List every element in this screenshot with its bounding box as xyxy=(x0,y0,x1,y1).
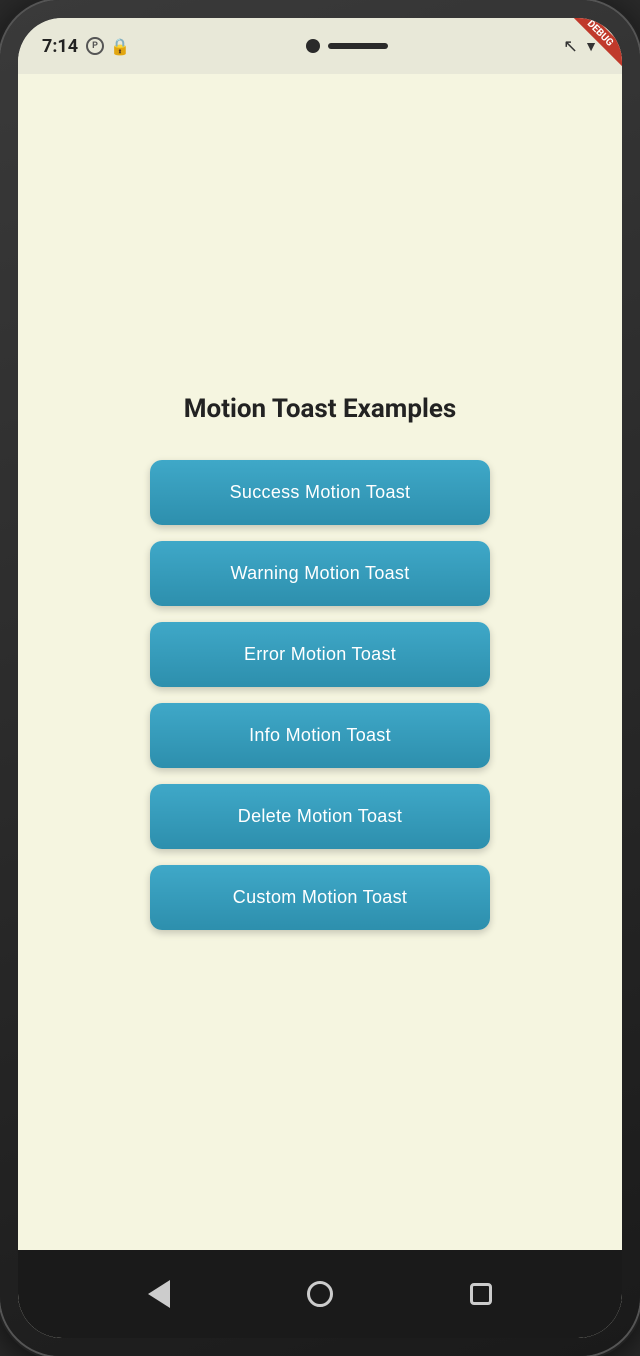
camera-dot xyxy=(306,39,320,53)
home-icon xyxy=(307,1281,333,1307)
phone-screen: 7:14 P 🔒 ↖ ▼ DEBUG xyxy=(18,18,622,1338)
error-motion-toast-button[interactable]: Error Motion Toast xyxy=(150,622,490,687)
home-button[interactable] xyxy=(302,1276,338,1312)
camera-notch xyxy=(306,39,388,53)
success-motion-toast-button[interactable]: Success Motion Toast xyxy=(150,460,490,525)
debug-label: DEBUG xyxy=(570,18,622,67)
delete-motion-toast-button[interactable]: Delete Motion Toast xyxy=(150,784,490,849)
info-motion-toast-button[interactable]: Info Motion Toast xyxy=(150,703,490,768)
back-button[interactable] xyxy=(141,1276,177,1312)
status-icons-left: P 🔒 xyxy=(86,37,130,56)
notification-icon: P xyxy=(86,37,104,55)
page-title: Motion Toast Examples xyxy=(184,394,456,424)
warning-motion-toast-button[interactable]: Warning Motion Toast xyxy=(150,541,490,606)
status-bar: 7:14 P 🔒 ↖ ▼ DEBUG xyxy=(18,18,622,74)
status-time: 7:14 xyxy=(42,36,78,57)
debug-badge: DEBUG xyxy=(570,18,622,70)
bottom-nav xyxy=(18,1250,622,1338)
back-icon xyxy=(148,1280,170,1308)
main-content: Motion Toast Examples Success Motion Toa… xyxy=(18,74,622,1250)
recents-icon xyxy=(470,1283,492,1305)
recents-button[interactable] xyxy=(463,1276,499,1312)
speaker-bar xyxy=(328,43,388,49)
custom-motion-toast-button[interactable]: Custom Motion Toast xyxy=(150,865,490,930)
phone-frame: 7:14 P 🔒 ↖ ▼ DEBUG xyxy=(0,0,640,1356)
status-center xyxy=(130,39,563,53)
lock-icon: 🔒 xyxy=(110,37,130,56)
